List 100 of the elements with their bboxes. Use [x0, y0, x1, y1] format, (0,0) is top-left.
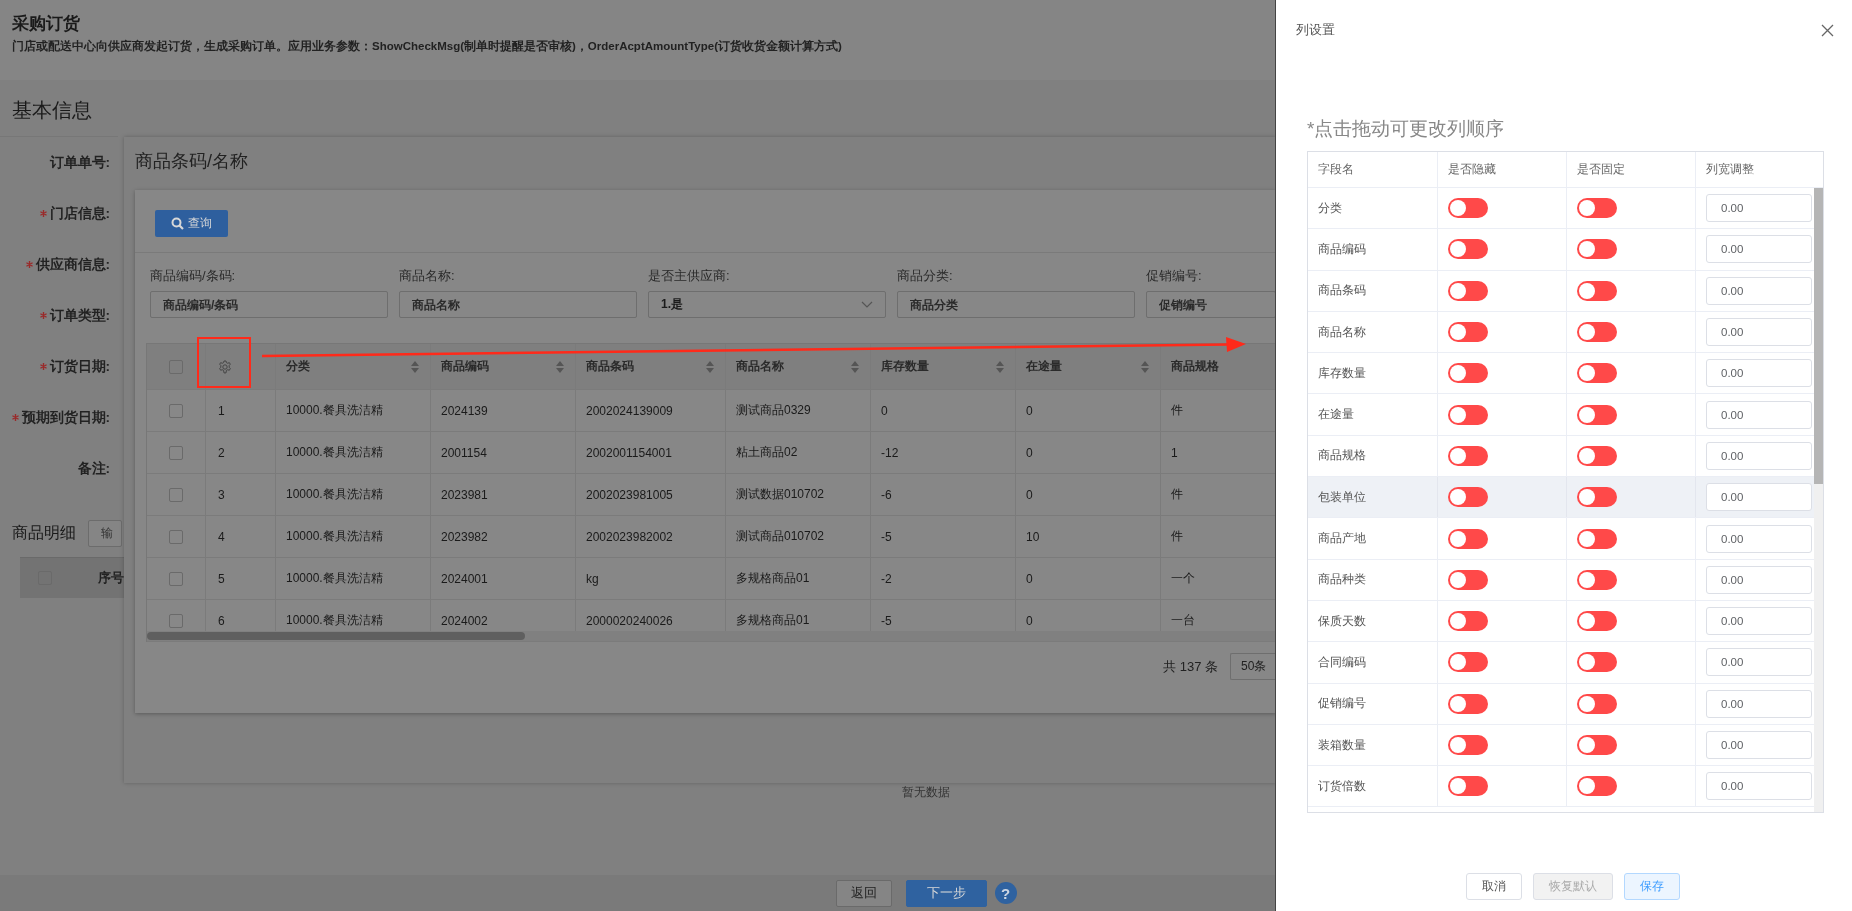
width-input[interactable]: 0.00 — [1706, 441, 1812, 470]
toggle-switch[interactable] — [1577, 198, 1617, 219]
horizontal-scrollbar[interactable] — [147, 631, 1276, 641]
toggle-switch[interactable] — [1577, 239, 1617, 260]
column-header[interactable]: 商品名称 — [726, 344, 871, 389]
table-cell: 测试商品0329 — [726, 390, 871, 431]
toggle-switch[interactable] — [1577, 280, 1617, 301]
toggle-switch[interactable] — [1448, 239, 1488, 260]
settings-row[interactable]: 商品产地 0.00 — [1308, 518, 1814, 560]
close-icon[interactable] — [1821, 23, 1834, 37]
toggle-switch[interactable] — [1448, 693, 1488, 714]
toggle-switch[interactable] — [1448, 487, 1488, 508]
toggle-switch[interactable] — [1448, 404, 1488, 425]
settings-row[interactable]: 分类 0.00 — [1308, 188, 1814, 230]
toggle-switch[interactable] — [1577, 363, 1617, 384]
sort-icon[interactable] — [1140, 359, 1150, 374]
toggle-switch[interactable] — [1577, 528, 1617, 549]
settings-row[interactable]: 商品名称 0.00 — [1308, 311, 1814, 354]
width-input[interactable]: 0.00 — [1706, 648, 1812, 677]
width-input[interactable]: 0.00 — [1706, 731, 1812, 759]
column-header[interactable]: 库存数量 — [871, 344, 1016, 389]
input-field[interactable]: 商品名称 — [399, 291, 637, 318]
toggle-switch[interactable] — [1448, 280, 1488, 301]
width-input[interactable]: 0.00 — [1706, 194, 1812, 223]
column-header[interactable]: 分类 — [276, 344, 431, 389]
next-button[interactable]: 下一步 — [905, 879, 987, 907]
settings-row[interactable]: 装箱数量 0.00 — [1308, 724, 1814, 767]
checkbox[interactable] — [169, 571, 183, 586]
column-header[interactable]: 商品编码 — [431, 344, 576, 389]
settings-row[interactable]: 订货倍数 0.00 — [1308, 766, 1814, 808]
settings-row[interactable]: 促销编号 0.00 — [1308, 683, 1814, 725]
field-name: 包装单位 — [1308, 477, 1438, 518]
width-input[interactable]: 0.00 — [1706, 483, 1812, 512]
sort-icon[interactable] — [410, 359, 420, 374]
checkbox[interactable] — [169, 529, 183, 544]
checkbox[interactable] — [169, 613, 183, 628]
settings-row[interactable]: 包装单位 0.00 — [1308, 477, 1814, 519]
sort-icon[interactable] — [705, 359, 715, 374]
toggle-switch[interactable] — [1448, 611, 1488, 632]
toggle-switch[interactable] — [1448, 652, 1488, 673]
input-field[interactable]: 商品编码/条码 — [150, 291, 388, 318]
settings-row[interactable]: 在途量 0.00 — [1308, 394, 1814, 436]
settings-row[interactable]: 商品种类 0.00 — [1308, 559, 1814, 601]
settings-row[interactable]: 商品条码 0.00 — [1308, 270, 1814, 312]
back-button[interactable]: 返回 — [835, 879, 892, 907]
toggle-switch[interactable] — [1448, 569, 1488, 590]
toggle-switch[interactable] — [1448, 445, 1488, 466]
settings-row[interactable]: 商品编码 0.00 — [1308, 229, 1814, 271]
toggle-switch[interactable] — [1448, 363, 1488, 384]
toggle-switch[interactable] — [1577, 652, 1617, 673]
toggle-switch[interactable] — [1577, 693, 1617, 714]
width-input[interactable]: 0.00 — [1706, 565, 1812, 594]
settings-row[interactable]: 合同编码 0.00 — [1308, 642, 1814, 684]
table-cell: 2002023981005 — [576, 474, 726, 515]
width-input[interactable]: 0.00 — [1706, 359, 1812, 388]
table-cell: 10000.餐具洗洁精 — [276, 558, 431, 599]
sort-icon[interactable] — [555, 359, 565, 374]
toggle-switch[interactable] — [1577, 569, 1617, 590]
table-cell: 2023981 — [431, 474, 576, 515]
column-header[interactable]: 在途量 — [1016, 344, 1161, 389]
query-button[interactable]: 查询 — [155, 210, 228, 237]
toggle-switch[interactable] — [1577, 611, 1617, 632]
width-input[interactable]: 0.00 — [1706, 607, 1812, 636]
sort-icon[interactable] — [850, 359, 860, 374]
width-input[interactable]: 0.00 — [1706, 318, 1812, 347]
input-button[interactable]: 输 — [88, 520, 122, 547]
input-field[interactable]: 促销编号 — [1146, 291, 1276, 318]
width-input[interactable]: 0.00 — [1706, 400, 1812, 429]
toggle-switch[interactable] — [1448, 776, 1488, 797]
settings-row[interactable]: 库存数量 0.00 — [1308, 353, 1814, 395]
width-input[interactable]: 0.00 — [1706, 235, 1812, 264]
toggle-switch[interactable] — [1577, 445, 1617, 466]
checkbox[interactable] — [169, 403, 183, 418]
toggle-switch[interactable] — [1577, 487, 1617, 508]
toggle-switch[interactable] — [1577, 322, 1617, 343]
cancel-button[interactable]: 取消 — [1466, 873, 1522, 900]
width-input[interactable]: 0.00 — [1706, 772, 1812, 801]
width-input[interactable]: 0.00 — [1706, 524, 1812, 553]
toggle-switch[interactable] — [1577, 404, 1617, 425]
toggle-switch[interactable] — [1577, 735, 1617, 755]
toggle-switch[interactable] — [1448, 735, 1488, 755]
toggle-switch[interactable] — [1577, 776, 1617, 797]
checkbox[interactable] — [169, 487, 183, 502]
sort-icon[interactable] — [995, 359, 1005, 374]
settings-row[interactable]: 保质天数 0.00 — [1308, 600, 1814, 643]
checkbox[interactable] — [169, 445, 183, 460]
toggle-switch[interactable] — [1448, 198, 1488, 219]
table-cell: 粘土商品02 — [726, 432, 871, 473]
width-input[interactable]: 0.00 — [1706, 276, 1812, 305]
table-cell: -12 — [871, 432, 1016, 473]
toggle-switch[interactable] — [1448, 528, 1488, 549]
gear-icon[interactable] — [218, 359, 232, 374]
column-header[interactable]: 商品条码 — [576, 344, 726, 389]
select-field[interactable]: 1.是 — [648, 291, 886, 318]
width-input[interactable]: 0.00 — [1706, 689, 1812, 718]
toggle-switch[interactable] — [1448, 322, 1488, 343]
input-field[interactable]: 商品分类 — [897, 291, 1135, 318]
settings-row[interactable]: 商品规格 0.00 — [1308, 435, 1814, 478]
help-button[interactable]: ? — [994, 882, 1017, 904]
vertical-scrollbar[interactable] — [1814, 188, 1823, 812]
